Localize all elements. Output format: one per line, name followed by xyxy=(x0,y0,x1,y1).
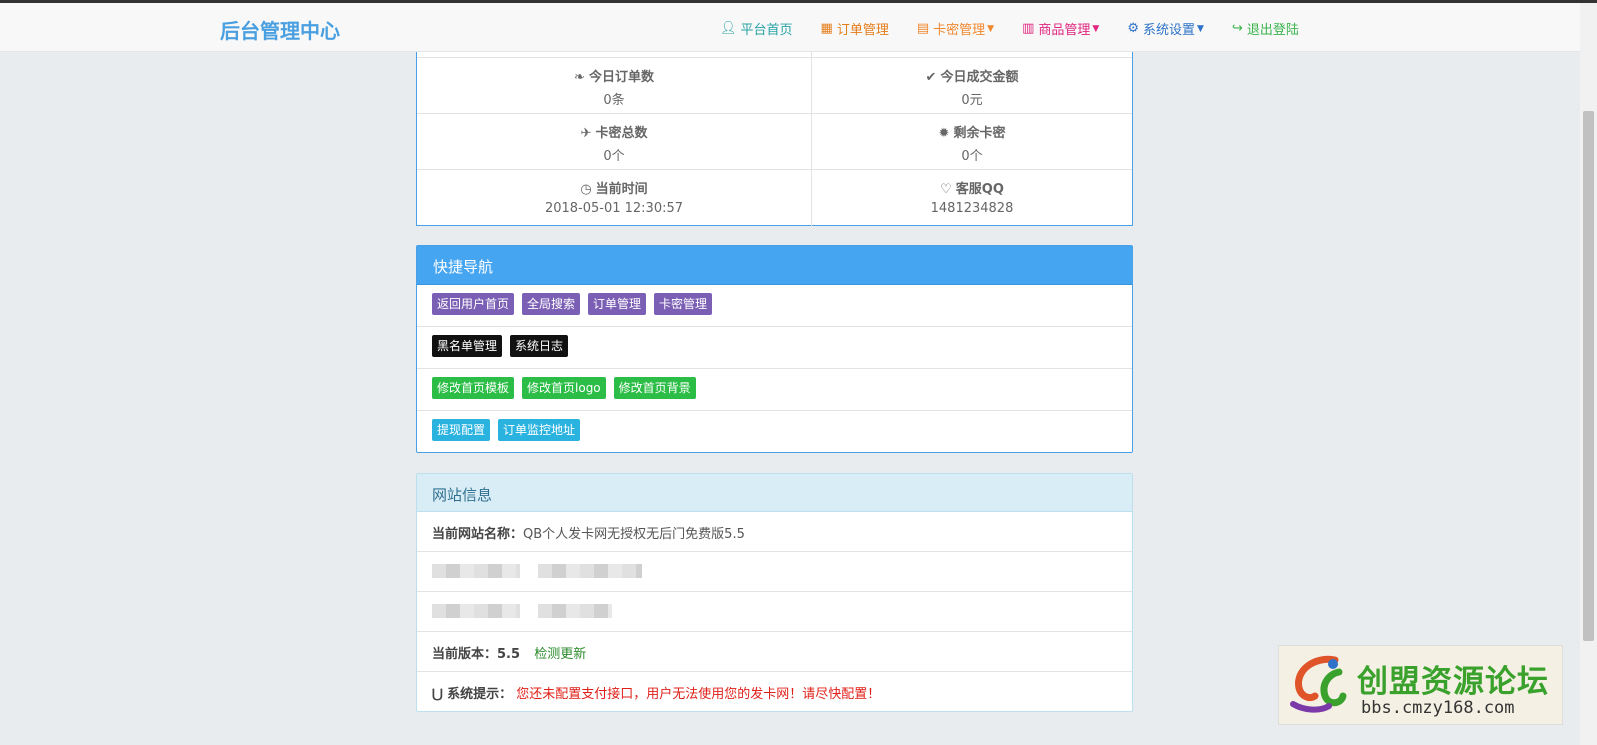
nav-order-manage[interactable]: ▦ 订单管理 xyxy=(821,19,889,38)
stat-value: 0个 xyxy=(603,149,625,164)
site-name-row: 当前网站名称：QB个人发卡网无授权无后门免费版5.5 xyxy=(417,512,1132,552)
plane-icon: ✈ xyxy=(580,126,592,141)
nav-logout[interactable]: ↪ 退出登陆 xyxy=(1232,19,1299,38)
nav-label: 卡密管理 xyxy=(933,23,986,38)
stat-current-time: ◷ 当前时间 2018-05-01 12:30:57 xyxy=(417,170,812,226)
stat-today-amount: ✔ 今日成交金额 0元 xyxy=(812,58,1132,113)
stat-label: 今日成交金额 xyxy=(940,70,1019,85)
logout-icon: ↪ xyxy=(1231,21,1243,36)
stat-value: 0个 xyxy=(961,149,983,164)
check-update-link[interactable]: 检测更新 xyxy=(534,647,586,662)
quick-edit-home-logo[interactable]: 修改首页logo xyxy=(522,377,606,399)
nav-label: 退出登陆 xyxy=(1246,23,1299,38)
quick-nav-row: 黑名单管理 系统日志 xyxy=(417,327,1132,369)
system-tip-value: 您还未配置支付接口，用户无法使用您的发卡网！请尽快配置！ xyxy=(516,687,881,702)
quick-order-monitor-url[interactable]: 订单监控地址 xyxy=(498,419,581,441)
quick-nav-row: 提现配置 订单监控地址 xyxy=(417,411,1132,453)
nav-label: 订单管理 xyxy=(836,23,889,38)
calendar-icon: ▦ xyxy=(820,21,833,36)
stat-card-remaining: ✹ 剩余卡密 0个 xyxy=(812,114,1132,169)
nav-label: 系统设置 xyxy=(1142,23,1195,38)
main-nav: 👤︎ 平台首页 ▦ 订单管理 ▤ 卡密管理 ▼ ▥ 商品管理 ▼ ⚙ 系统设置 … xyxy=(720,19,1327,38)
version-row: 当前版本：5.5 检测更新 xyxy=(417,632,1132,672)
quick-blacklist-manage[interactable]: 黑名单管理 xyxy=(432,335,503,357)
system-tip-row: ⋃ 系统提示： 您还未配置支付接口，用户无法使用您的发卡网！请尽快配置！ xyxy=(417,672,1132,712)
quick-global-search[interactable]: 全局搜索 xyxy=(522,293,581,315)
blurred-text xyxy=(538,603,613,618)
leaf-icon: ❧ xyxy=(574,70,585,85)
watermark-url: bbs.cmzy168.com xyxy=(1361,698,1515,718)
stat-service-qq: ♡ 客服QQ 1481234828 xyxy=(812,170,1132,226)
blurred-text xyxy=(432,563,520,578)
watermark-title: 创盟资源论坛 xyxy=(1357,664,1549,700)
stat-label: 当前时间 xyxy=(595,182,648,197)
nav-card-manage[interactable]: ▤ 卡密管理 ▼ xyxy=(917,19,994,38)
quick-order-manage[interactable]: 订单管理 xyxy=(588,293,647,315)
clock-icon: ◷ xyxy=(580,182,592,197)
vertical-scrollbar[interactable] xyxy=(1580,3,1597,745)
scrollbar-thumb[interactable] xyxy=(1583,111,1594,641)
cog-icon: ⚙ xyxy=(1127,21,1139,36)
stats-panel: ❧ 今日订单数 0条 ✔ 今日成交金额 0元 ✈ 卡密总数 0个 ✹ 剩余卡密 0个 ◷… xyxy=(416,52,1133,226)
stat-label: 卡密总数 xyxy=(595,126,648,141)
stats-row: ◷ 当前时间 2018-05-01 12:30:57 ♡ 客服QQ 14812348… xyxy=(417,170,1132,226)
quick-nav-panel: 快捷导航 返回用户首页 全局搜索 订单管理 卡密管理 黑名单管理 系统日志 修改… xyxy=(416,245,1133,453)
forum-logo-icon xyxy=(1290,655,1347,713)
list-alt-icon: ▤ xyxy=(916,21,930,36)
stat-label: 客服QQ xyxy=(955,182,1004,197)
asterisk-icon: ✹ xyxy=(938,126,950,141)
stat-value: 2018-05-01 12:30:57 xyxy=(544,201,684,216)
version-value: 5.5 xyxy=(497,647,521,662)
heart-icon: ♡ xyxy=(940,182,952,197)
top-navbar: 后台管理中心 👤︎ 平台首页 ▦ 订单管理 ▤ 卡密管理 ▼ ▥ 商品管理 ▼ … xyxy=(0,3,1580,52)
blurred-text xyxy=(432,603,520,618)
site-info-title: 网站信息 xyxy=(417,474,1132,512)
quick-system-log[interactable]: 系统日志 xyxy=(510,335,569,357)
quick-back-user-home[interactable]: 返回用户首页 xyxy=(432,293,515,315)
nav-label: 平台首页 xyxy=(740,23,793,38)
magnet-icon: ⋃ xyxy=(432,687,443,702)
version-label: 当前版本： xyxy=(432,647,498,662)
quick-edit-home-background[interactable]: 修改首页背景 xyxy=(613,377,696,399)
stats-top-row xyxy=(417,52,1132,58)
quick-card-manage[interactable]: 卡密管理 xyxy=(654,293,713,315)
stat-card-total: ✈ 卡密总数 0个 xyxy=(417,114,812,169)
quick-nav-row: 返回用户首页 全局搜索 订单管理 卡密管理 xyxy=(417,285,1132,327)
blurred-info-row xyxy=(417,592,1132,632)
caret-down-icon: ▼ xyxy=(1092,23,1100,34)
site-info-panel: 网站信息 当前网站名称：QB个人发卡网无授权无后门免费版5.5 当前版本：5.5… xyxy=(416,473,1133,712)
quick-edit-home-template[interactable]: 修改首页模板 xyxy=(432,377,515,399)
quick-nav-row: 修改首页模板 修改首页logo 修改首页背景 xyxy=(417,369,1132,411)
nav-goods-manage[interactable]: ▥ 商品管理 ▼ xyxy=(1022,19,1099,38)
user-icon: 👤︎ xyxy=(720,21,737,36)
stats-row: ✈ 卡密总数 0个 ✹ 剩余卡密 0个 xyxy=(417,114,1132,170)
stat-value: 0条 xyxy=(603,93,625,108)
nav-system-settings[interactable]: ⚙ 系统设置 ▼ xyxy=(1127,19,1204,38)
quick-withdraw-config[interactable]: 提现配置 xyxy=(432,419,491,441)
site-name-value: QB个人发卡网无授权无后门免费版5.5 xyxy=(523,527,745,542)
blurred-text xyxy=(538,563,643,578)
nav-label: 商品管理 xyxy=(1038,23,1091,38)
nav-platform-home[interactable]: 👤︎ 平台首页 xyxy=(720,19,793,38)
stat-today-orders: ❧ 今日订单数 0条 xyxy=(417,58,812,113)
quick-nav-title: 快捷导航 xyxy=(417,246,1132,285)
check-icon: ✔ xyxy=(925,70,937,85)
stat-label: 今日订单数 xyxy=(588,70,654,85)
caret-down-icon: ▼ xyxy=(987,23,995,34)
stat-label: 剩余卡密 xyxy=(953,126,1006,141)
forum-watermark: 创盟资源论坛 bbs.cmzy168.com xyxy=(1278,645,1563,725)
brand-title[interactable]: 后台管理中心 xyxy=(220,15,340,44)
caret-down-icon: ▼ xyxy=(1196,23,1204,34)
site-name-label: 当前网站名称： xyxy=(432,527,524,542)
book-icon: ▥ xyxy=(1022,21,1035,36)
system-tip-label: 系统提示： xyxy=(447,687,513,702)
stat-value: 0元 xyxy=(961,93,983,108)
blurred-info-row xyxy=(417,552,1132,592)
stats-row: ❧ 今日订单数 0条 ✔ 今日成交金额 0元 xyxy=(417,58,1132,114)
stat-value: 1481234828 xyxy=(930,201,1014,216)
